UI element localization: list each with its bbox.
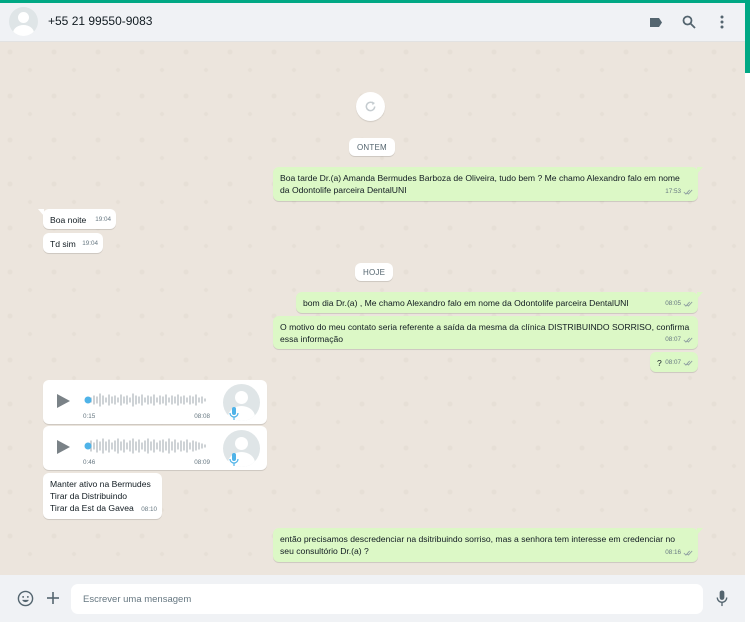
read-receipt-icon	[683, 189, 693, 195]
contact-avatar[interactable]	[9, 7, 38, 36]
read-receipt-icon	[683, 301, 693, 307]
message-time: 17:53	[665, 188, 681, 195]
composer-bar	[0, 575, 745, 622]
play-icon[interactable]	[57, 440, 70, 454]
audio-duration: 0:46	[83, 459, 96, 466]
message-time: 08:10	[141, 506, 157, 513]
contact-name[interactable]: +55 21 99550-9083	[48, 14, 152, 28]
message-time: 08:07	[665, 336, 681, 343]
message-text: bom dia Dr.(a) , Me chamo Alexandro falo…	[303, 298, 629, 308]
voice-message[interactable]: 0:15 08:08	[43, 380, 267, 424]
message-time: 08:16	[665, 549, 681, 556]
microphone-icon	[229, 407, 239, 420]
refresh-icon	[365, 101, 376, 112]
message-time: 08:08	[194, 413, 210, 420]
message-bubble-in[interactable]: Manter ativo na Bermudes Tirar da Distri…	[43, 473, 162, 519]
message-bubble-out[interactable]: bom dia Dr.(a) , Me chamo Alexandro falo…	[296, 292, 703, 313]
search-icon[interactable]	[679, 12, 699, 32]
waveform[interactable]	[83, 436, 213, 456]
date-divider-ontem: ONTEM	[349, 138, 395, 156]
waveform[interactable]	[83, 390, 213, 410]
attach-plus-icon[interactable]	[43, 588, 63, 608]
message-time: 19:04	[82, 240, 98, 247]
message-bubble-out[interactable]: O motivo do meu contato seria referente …	[273, 316, 698, 349]
message-text: então precisamos descredenciar na dsitri…	[280, 534, 676, 556]
audio-duration: 0:15	[83, 413, 96, 420]
message-bubble-out[interactable]: então precisamos descredenciar na dsitri…	[273, 528, 703, 562]
message-line: Tirar da Est da Gavea	[50, 503, 134, 513]
message-text: Boa tarde Dr.(a) Amanda Bermudes Barboza…	[280, 173, 680, 195]
message-bubble-in[interactable]: Boa noite 19:04	[38, 209, 116, 229]
date-divider-hoje: HOJE	[355, 263, 394, 281]
microphone-icon	[229, 453, 239, 466]
message-input[interactable]	[71, 584, 703, 614]
message-line: Tirar da Distribuindo	[50, 491, 128, 501]
read-receipt-icon	[683, 360, 693, 366]
message-bubble-out[interactable]: Boa tarde Dr.(a) Amanda Bermudes Barboza…	[273, 167, 703, 201]
read-receipt-icon	[683, 550, 693, 556]
play-icon[interactable]	[57, 394, 70, 408]
emoji-icon[interactable]	[15, 588, 35, 608]
message-time: 08:09	[194, 459, 210, 466]
message-time: 08:07	[665, 359, 681, 366]
message-time: 08:05	[665, 300, 681, 307]
read-receipt-icon	[683, 337, 693, 343]
voice-message[interactable]: 0:46 08:09	[43, 426, 267, 470]
message-line: Manter ativo na Bermudes	[50, 479, 151, 489]
message-time: 19:04	[95, 216, 111, 223]
chat-header: +55 21 99550-9083	[0, 3, 745, 42]
message-text: O motivo do meu contato seria referente …	[280, 322, 690, 344]
scrollbar-track	[745, 73, 750, 622]
microphone-icon[interactable]	[712, 588, 732, 608]
message-list[interactable]: ONTEM Boa tarde Dr.(a) Amanda Bermudes B…	[0, 42, 745, 575]
load-older-button[interactable]	[356, 92, 385, 121]
label-icon[interactable]	[646, 12, 666, 32]
message-bubble-out[interactable]: ? 08:07	[650, 352, 698, 372]
message-bubble-in[interactable]: Td sim 19:04	[43, 233, 103, 253]
menu-icon[interactable]	[712, 12, 732, 32]
scrollbar-thumb[interactable]	[745, 3, 750, 73]
